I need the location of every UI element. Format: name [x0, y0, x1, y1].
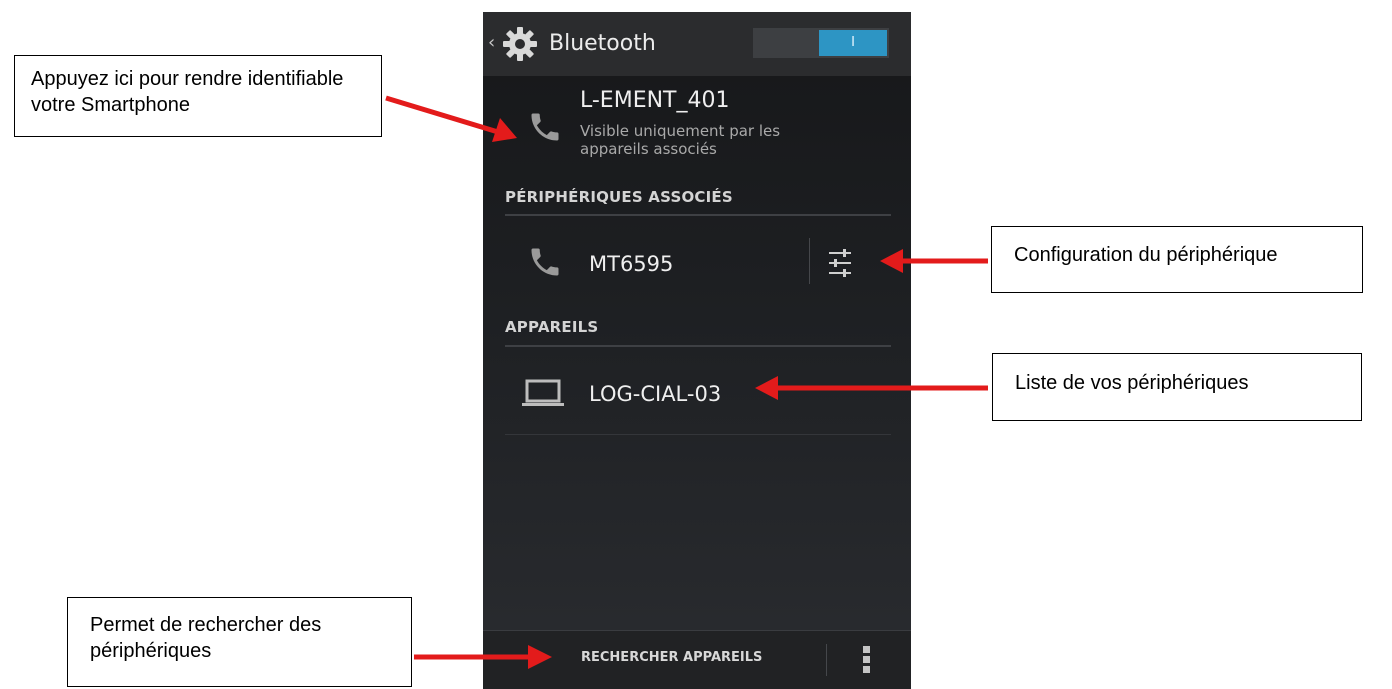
gear-icon[interactable] [501, 25, 539, 63]
section-divider [505, 214, 891, 216]
available-devices-header: APPAREILS [505, 318, 599, 336]
phone-icon [531, 248, 559, 276]
callout-list-text: Liste de vos périphériques [1015, 372, 1249, 394]
laptop-icon [522, 379, 564, 406]
callout-configure: Configuration du périphérique [991, 226, 1363, 293]
settings-sliders-icon[interactable] [817, 240, 863, 286]
back-chevron-icon[interactable]: ‹ [488, 32, 495, 53]
visibility-status: Visible uniquement par les appareils ass… [580, 122, 781, 158]
bluetooth-toggle-on-indicator[interactable]: I [819, 30, 887, 56]
android-phone-screen: ‹ Bluetooth I L-EMENT_401 Visible unique… [483, 12, 911, 689]
bottom-bar-separator [826, 644, 827, 676]
overflow-menu-icon[interactable] [861, 644, 873, 676]
paired-device-name: MT6595 [589, 252, 674, 276]
page-title: Bluetooth [549, 31, 656, 56]
row-divider [505, 434, 891, 435]
callout-identify-text: Appuyez ici pour rendre identifiable vot… [31, 68, 344, 116]
this-device-name: L-EMENT_401 [580, 88, 730, 113]
callout-configure-text: Configuration du périphérique [1014, 244, 1278, 266]
callout-scan-text: Permet de rechercher des périphériques [90, 614, 322, 662]
callout-scan: Permet de rechercher des périphériques [67, 597, 412, 687]
phone-icon [531, 113, 559, 141]
callout-identify: Appuyez ici pour rendre identifiable vot… [14, 55, 382, 137]
scan-devices-button[interactable]: RECHERCHER APPAREILS [581, 650, 762, 665]
row-separator [809, 238, 810, 284]
paired-devices-header: PÉRIPHÉRIQUES ASSOCIÉS [505, 188, 733, 206]
section-divider [505, 345, 891, 347]
callout-list: Liste de vos périphériques [992, 353, 1362, 421]
available-device-name: LOG-CIAL-03 [589, 382, 722, 406]
